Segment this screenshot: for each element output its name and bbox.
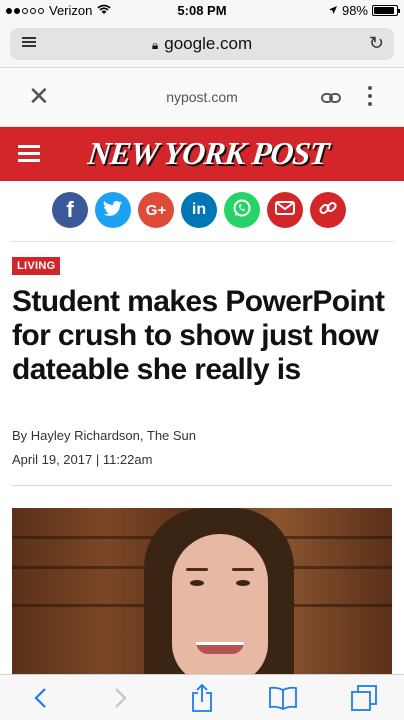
- back-button[interactable]: [22, 680, 58, 716]
- battery-group: 98%: [328, 3, 400, 18]
- article-byline: By Hayley Richardson, The Sun: [12, 428, 197, 443]
- site-masthead: NEW YORK POST: [0, 127, 404, 181]
- status-bar: Verizon 5:08 PM 98%: [0, 0, 404, 22]
- divider: [12, 485, 392, 486]
- link-icon[interactable]: [320, 87, 342, 109]
- google-plus-icon: G+: [145, 201, 167, 219]
- url-field[interactable]: 🔒︎ google.com ↻: [10, 28, 394, 60]
- share-button[interactable]: [184, 680, 220, 716]
- chevron-left-icon: [34, 687, 47, 708]
- battery-icon: [372, 5, 400, 16]
- tabs-icon: [350, 684, 377, 711]
- copy-link-share-button[interactable]: [310, 192, 346, 228]
- email-share-button[interactable]: [267, 192, 303, 228]
- browser-address-bar: 🔒︎ google.com ↻: [0, 22, 404, 68]
- more-options-icon[interactable]: [368, 86, 374, 110]
- linkedin-share-button[interactable]: in: [181, 192, 217, 228]
- twitter-icon: [103, 200, 123, 221]
- location-arrow-icon: [328, 3, 338, 18]
- battery-percent: 98%: [341, 3, 368, 18]
- share-icon: [192, 683, 212, 712]
- article-date: April 19, 2017 | 11:22am: [12, 452, 153, 467]
- reload-icon[interactable]: ↻: [369, 33, 384, 54]
- article-photo: [12, 508, 392, 674]
- amp-viewer-header: ✕ nypost.com: [0, 69, 404, 127]
- linkedin-icon: in: [191, 201, 207, 218]
- twitter-share-button[interactable]: [95, 192, 131, 228]
- facebook-icon: f: [66, 197, 74, 222]
- google-plus-share-button[interactable]: G+: [138, 192, 174, 228]
- email-icon: [275, 200, 295, 220]
- chevron-right-icon: [115, 687, 127, 708]
- divider: [10, 241, 394, 242]
- forward-button[interactable]: [103, 680, 139, 716]
- url-display[interactable]: 🔒︎ google.com: [10, 34, 394, 54]
- browser-toolbar: [0, 674, 404, 720]
- tabs-button[interactable]: [346, 680, 382, 716]
- menu-icon[interactable]: [18, 145, 40, 166]
- whatsapp-icon: [232, 198, 252, 223]
- source-domain: nypost.com: [166, 89, 238, 105]
- site-logo[interactable]: NEW YORK POST: [86, 135, 330, 172]
- lock-icon: 🔒︎: [151, 38, 159, 52]
- share-buttons: f G+ in: [52, 192, 346, 228]
- article-headline: Student makes PowerPoint for crush to sh…: [12, 285, 385, 386]
- bookmarks-button[interactable]: [265, 680, 301, 716]
- whatsapp-share-button[interactable]: [224, 192, 260, 228]
- chain-link-icon: [318, 198, 338, 223]
- url-text: google.com: [164, 34, 253, 53]
- facebook-share-button[interactable]: f: [52, 192, 88, 228]
- section-tag[interactable]: LIVING: [12, 257, 61, 275]
- book-icon: [268, 686, 297, 710]
